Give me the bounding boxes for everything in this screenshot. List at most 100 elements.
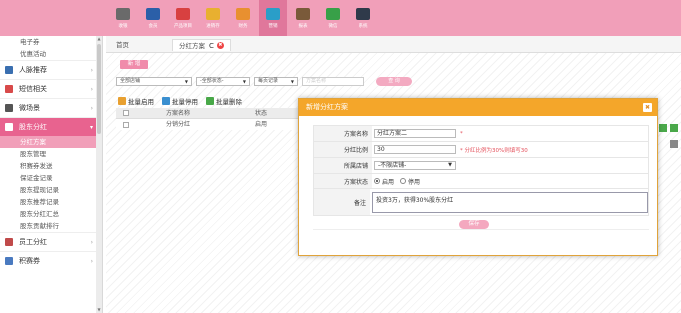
ratio-input[interactable]: 30 xyxy=(374,145,456,154)
form-row-name: 方案名称 分红方案二 * xyxy=(314,126,648,142)
more-icon[interactable] xyxy=(670,140,678,148)
top-nav: 收银 会员 产品项目 进销存 财务 营销 报表 微信 系统 xyxy=(109,0,379,36)
close-tab-icon[interactable]: ✖ xyxy=(216,42,224,49)
status-select-value: -全部状态- xyxy=(200,78,224,84)
chevron-icon: › xyxy=(90,104,93,112)
share-icon xyxy=(5,123,13,131)
sidebar-group[interactable]: 积赛券 › xyxy=(0,251,102,270)
sidebar-subitem[interactable]: 分红方案 xyxy=(0,136,102,148)
batch-delete-button[interactable]: 批量删除 xyxy=(206,96,242,106)
sidebar-subitem[interactable]: 优惠活动 xyxy=(0,48,102,60)
add-button[interactable]: 新 增 xyxy=(120,60,148,69)
topnav-item[interactable]: 微信 xyxy=(319,0,347,36)
field-label: 方案名称 xyxy=(314,126,372,141)
ratio-hint: * 分红比例为30%则填写30 xyxy=(460,147,528,154)
edit-icon[interactable] xyxy=(659,124,667,132)
batch-disable-button[interactable]: 批量停用 xyxy=(162,96,198,106)
topnav-label: 进销存 xyxy=(206,23,220,29)
search-button[interactable]: 查 询 xyxy=(376,77,412,86)
chevron-down-icon: ▼ xyxy=(448,162,452,168)
topnav-label: 会员 xyxy=(148,23,158,29)
batch-disable-label: 批量停用 xyxy=(172,98,198,106)
sidebar-subitem[interactable]: 股东推荐记录 xyxy=(0,196,102,208)
scroll-down-arrow-icon[interactable]: ▼ xyxy=(96,307,102,313)
sidebar-subitem[interactable]: 积赛券发送 xyxy=(0,160,102,172)
column-header-status: 状态 xyxy=(254,110,267,117)
sidebar-subitem[interactable]: 股东贡献排行 xyxy=(0,220,102,232)
sidebar-subitem[interactable]: 股东分红汇总 xyxy=(0,208,102,220)
page-size-select[interactable]: 每页记录 ▼ xyxy=(254,77,298,86)
topnav-item[interactable]: 报表 xyxy=(289,0,317,36)
sidebar-group-label: 员工分红 xyxy=(19,237,47,246)
scroll-thumb[interactable] xyxy=(97,44,101,134)
topnav-item[interactable]: 系统 xyxy=(349,0,377,36)
close-icon[interactable]: ✖ xyxy=(643,103,652,112)
dialog-title: 新增分红方案 xyxy=(306,103,348,111)
view-icon[interactable] xyxy=(670,124,678,132)
sidebar-group[interactable]: 员工分红 › xyxy=(0,232,102,251)
batch-delete-label: 批量删除 xyxy=(216,98,242,106)
people-icon xyxy=(5,66,13,74)
topnav-label: 财务 xyxy=(238,23,248,29)
sidebar-group-label: 股东分红 xyxy=(19,122,47,131)
form-row-note: 备注 投资3万，获得30%股东分红 xyxy=(314,189,648,215)
sidebar-subitem[interactable]: 保证金记录 xyxy=(0,172,102,184)
sidebar-subitem[interactable]: 电子券 xyxy=(0,36,102,48)
table-row[interactable]: 分销分红 启用 xyxy=(116,119,302,130)
sidebar-group[interactable]: 人脉推荐 › xyxy=(0,60,102,79)
field-label: 备注 xyxy=(314,189,370,215)
status-enabled-radio[interactable]: 启用 xyxy=(374,177,394,186)
topnav-item[interactable]: 进销存 xyxy=(199,0,227,36)
sidebar-subitem[interactable]: 股东提现记录 xyxy=(0,184,102,196)
topnav-label: 系统 xyxy=(358,23,368,29)
topnav-item[interactable]: 产品项目 xyxy=(169,0,197,36)
sidebar-group[interactable]: 股东分红 ▾ xyxy=(0,117,102,136)
staff-icon xyxy=(5,238,13,246)
delete-icon xyxy=(206,97,214,105)
sidebar-scrollbar[interactable]: ▲ ▼ xyxy=(96,36,102,313)
sidebar-group[interactable]: 短信相关 › xyxy=(0,79,102,98)
topnav-item[interactable]: 会员 xyxy=(139,0,167,36)
chevron-icon: ▾ xyxy=(89,123,93,131)
note-textarea[interactable]: 投资3万，获得30%股东分红 xyxy=(372,191,648,213)
plan-name-input[interactable]: 分红方案二 xyxy=(374,129,456,138)
topnav-item[interactable]: 财务 xyxy=(229,0,257,36)
module-icon xyxy=(116,7,130,20)
form-footer xyxy=(313,229,649,239)
topnav-item[interactable]: 营销 xyxy=(259,0,287,36)
tab-home[interactable]: 首页 xyxy=(110,39,135,51)
batch-actions: 批量启用 批量停用 批量删除 xyxy=(118,96,250,106)
phone-scene-icon xyxy=(5,104,13,112)
topnav-label: 营销 xyxy=(268,23,278,29)
plan-form: 方案名称 分红方案二 * 分红比例 30 * 分红比例为30%则填写30 所属店… xyxy=(313,125,649,216)
sidebar-group[interactable]: 微场景 › xyxy=(0,98,102,117)
topnav-label: 微信 xyxy=(328,23,338,29)
table-header: 方案名称 状态 xyxy=(116,108,302,119)
sidebar-group-label: 人脉推荐 xyxy=(19,65,47,74)
radio-label: 启用 xyxy=(382,178,395,186)
module-icon xyxy=(146,7,160,20)
topnav-item[interactable]: 收银 xyxy=(109,0,137,36)
status-select[interactable]: -全部状态- ▼ xyxy=(196,77,250,86)
select-all-checkbox[interactable] xyxy=(123,110,129,116)
refresh-icon[interactable]: C xyxy=(209,40,214,52)
field-label: 方案状态 xyxy=(314,174,372,188)
required-mark: * xyxy=(460,130,463,137)
dialog-title-bar: 新增分红方案 ✖ xyxy=(299,99,657,116)
batch-enable-button[interactable]: 批量启用 xyxy=(118,96,154,106)
row-checkbox[interactable] xyxy=(123,121,129,128)
sidebar: 电子券 优惠活动 人脉推荐 › 短信相关 › 微场景 › 股东分红 ▾ 分红方案 股东管理 积赛券发送保… xyxy=(0,36,103,313)
status-disabled-radio[interactable]: 停用 xyxy=(400,177,420,186)
filter-bar: 全部店铺 ▼ -全部状态- ▼ 每页记录 ▼ 方案名称 查 询 xyxy=(116,76,412,87)
scroll-up-arrow-icon[interactable]: ▲ xyxy=(96,36,102,42)
store-dropdown[interactable]: -不限店铺- ▼ xyxy=(374,161,456,170)
search-input[interactable]: 方案名称 xyxy=(302,77,364,86)
save-button[interactable]: 保存 xyxy=(459,220,489,229)
store-select[interactable]: 全部店铺 ▼ xyxy=(116,77,192,86)
tab-dividend-plan[interactable]: 分红方案 C ✖ xyxy=(172,39,231,51)
sidebar-subitem[interactable]: 股东管理 xyxy=(0,148,102,160)
module-icon xyxy=(176,7,190,20)
row-name: 分销分红 xyxy=(165,121,190,128)
form-row-ratio: 分红比例 30 * 分红比例为30%则填写30 xyxy=(314,142,648,158)
module-icon xyxy=(266,7,280,20)
